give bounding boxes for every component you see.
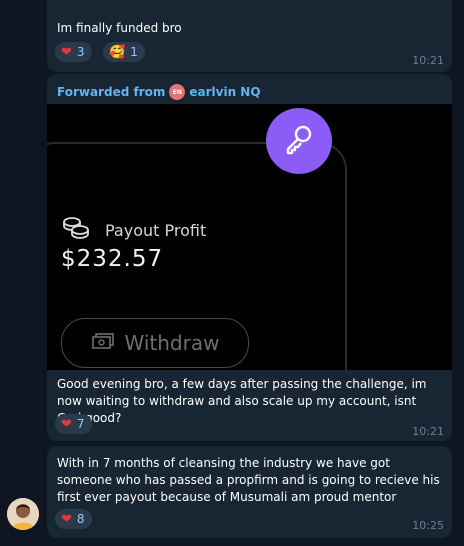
withdraw-button: Withdraw <box>61 318 249 368</box>
message-bubble[interactable]: With in 7 months of cleansing the indust… <box>47 446 452 538</box>
payout-amount: $232.57 <box>61 246 164 272</box>
reaction-count: 1 <box>130 45 138 59</box>
cash-icon <box>91 331 115 355</box>
reaction-count: 8 <box>76 512 85 526</box>
heart-icon: ❤ <box>61 511 72 527</box>
reaction-heart[interactable]: ❤ 7 <box>55 414 92 434</box>
payout-card: Payout Profit $232.57 Withdraw <box>47 142 347 370</box>
reaction-heart[interactable]: ❤ 3 <box>55 42 92 62</box>
reaction-count: 7 <box>76 417 85 431</box>
reaction-count: 3 <box>76 45 85 59</box>
message-text: Good evening bro, a few days after passi… <box>57 377 427 425</box>
sender-avatar[interactable] <box>7 498 39 530</box>
heart-icon: ❤ <box>61 44 72 60</box>
key-badge <box>266 108 332 174</box>
key-icon <box>282 122 316 160</box>
reaction-hug[interactable]: 🥰 1 <box>103 42 145 62</box>
message-text: With in 7 months of cleansing the indust… <box>57 456 440 504</box>
message-time: 10:21 <box>412 425 444 438</box>
payout-row: Payout Profit <box>61 216 206 244</box>
withdraw-label: Withdraw <box>124 331 220 355</box>
message-time: 10:21 <box>412 54 444 67</box>
forwarded-prefix: Forwarded from <box>57 85 166 99</box>
coins-icon <box>61 216 91 244</box>
message-bubble[interactable]: Im finally funded bro ❤ 3 🥰 1 10:21 <box>47 0 452 72</box>
forwarded-avatar: EN <box>169 84 186 100</box>
forwarded-message-bubble[interactable]: Forwarded from EN earlvin NQ Payout Prof… <box>47 74 452 441</box>
heart-icon: ❤ <box>61 416 72 432</box>
message-text: Im finally funded bro <box>57 21 182 35</box>
forwarded-header[interactable]: Forwarded from EN earlvin NQ <box>57 84 261 100</box>
photo-attachment[interactable]: Payout Profit $232.57 Withdraw <box>47 104 452 370</box>
forwarded-name[interactable]: earlvin NQ <box>189 85 260 99</box>
payout-label: Payout Profit <box>105 220 207 240</box>
reaction-heart[interactable]: ❤ 8 <box>55 509 92 529</box>
hug-face-icon: 🥰 <box>109 44 126 60</box>
message-time: 10:25 <box>412 519 444 532</box>
